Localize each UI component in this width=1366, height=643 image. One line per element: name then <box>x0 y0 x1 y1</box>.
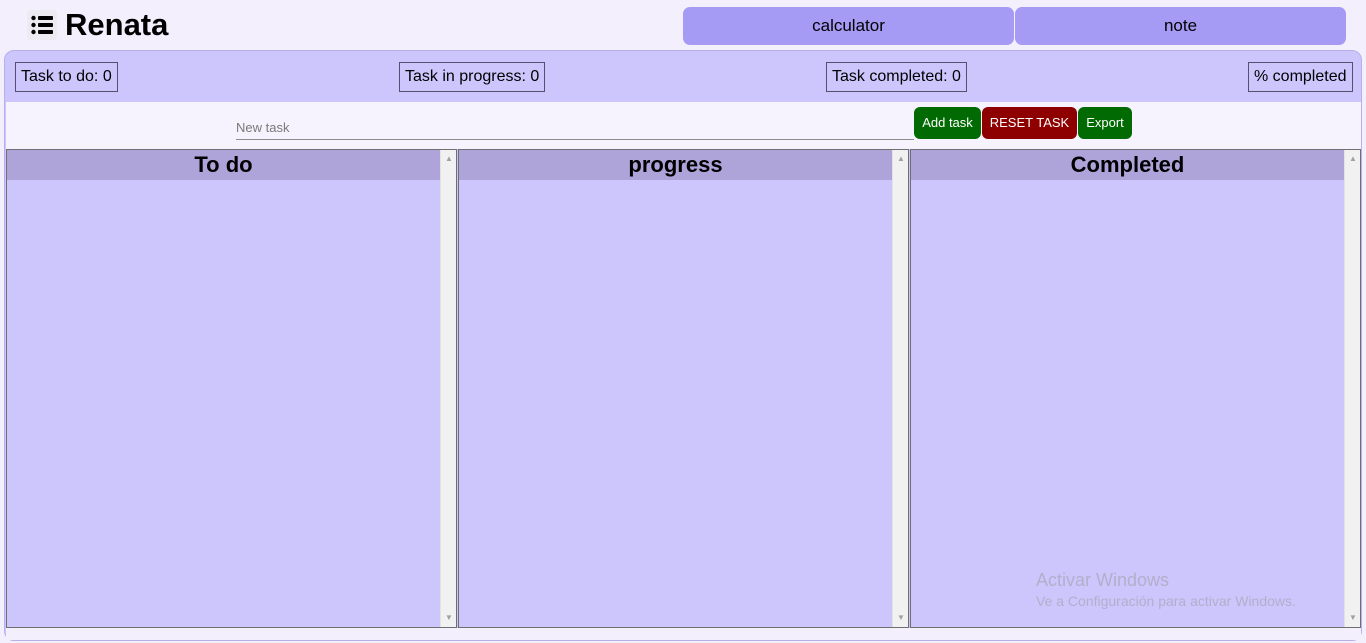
todo-column: To do ▲ ▼ <box>6 149 457 628</box>
progress-scrollbar[interactable]: ▲ ▼ <box>892 150 908 627</box>
app-header: Renata calculator note <box>0 0 1366 50</box>
task-columns: To do ▲ ▼ progress ▲ ▼ Completed ▲ ▼ <box>6 149 1361 628</box>
scroll-up-icon[interactable]: ▲ <box>1345 152 1361 166</box>
add-task-button[interactable]: Add task <box>914 107 981 139</box>
todo-scrollbar[interactable]: ▲ ▼ <box>440 150 456 627</box>
in-progress-count: Task in progress: 0 <box>399 62 546 92</box>
reset-task-button[interactable]: RESET TASK <box>982 107 1077 139</box>
scroll-down-icon[interactable]: ▼ <box>893 611 909 625</box>
column-title-todo: To do <box>7 150 440 180</box>
bottom-strip <box>6 628 1361 640</box>
scroll-up-icon[interactable]: ▲ <box>441 152 457 166</box>
scroll-down-icon[interactable]: ▼ <box>1345 611 1361 625</box>
watermark-subtitle: Ve a Configuración para activar Windows. <box>1036 593 1296 609</box>
todo-drop-zone[interactable] <box>7 180 440 627</box>
progress-column: progress ▲ ▼ <box>458 149 909 628</box>
task-entry-row: Add task RESET TASK Export <box>6 102 1361 149</box>
windows-activation-watermark: Activar Windows Ve a Configuración para … <box>1036 569 1296 611</box>
list-icon[interactable] <box>27 10 57 40</box>
app-title: Renata <box>65 7 169 42</box>
new-task-input[interactable] <box>236 112 914 140</box>
note-button[interactable]: note <box>1015 7 1346 45</box>
completed-count: Task completed: 0 <box>826 62 967 92</box>
watermark-title: Activar Windows <box>1036 570 1170 590</box>
scroll-up-icon[interactable]: ▲ <box>893 152 909 166</box>
stats-bar: Task to do: 0 Task in progress: 0 Task c… <box>5 51 1361 102</box>
completed-drop-zone[interactable] <box>911 180 1344 627</box>
completed-scrollbar[interactable]: ▲ ▼ <box>1344 150 1360 627</box>
export-button[interactable]: Export <box>1078 107 1132 139</box>
calculator-button[interactable]: calculator <box>683 7 1014 45</box>
task-board: Task to do: 0 Task in progress: 0 Task c… <box>4 50 1362 641</box>
percent-completed: % completed <box>1248 62 1353 92</box>
completed-column: Completed ▲ ▼ <box>910 149 1361 628</box>
column-title-progress: progress <box>459 150 892 180</box>
scroll-down-icon[interactable]: ▼ <box>441 611 457 625</box>
todo-count: Task to do: 0 <box>15 62 118 92</box>
progress-drop-zone[interactable] <box>459 180 892 627</box>
column-title-completed: Completed <box>911 150 1344 180</box>
